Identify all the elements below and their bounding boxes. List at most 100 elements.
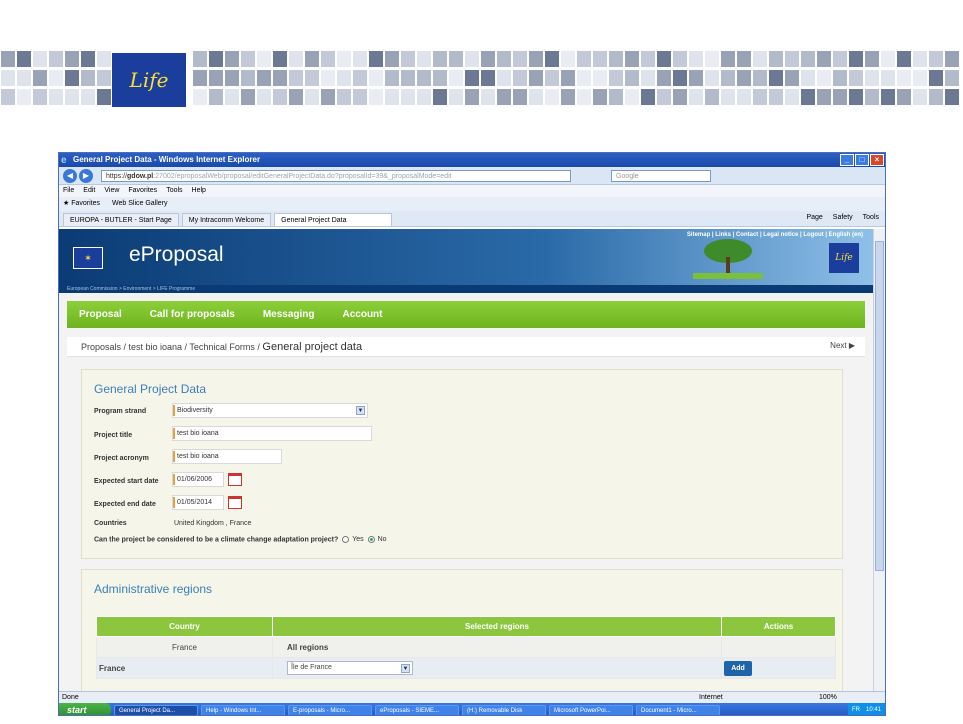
mosaic-tile bbox=[305, 89, 319, 105]
mosaic-tile bbox=[833, 89, 847, 105]
mosaic-tile bbox=[417, 51, 431, 67]
mosaic-tile bbox=[721, 70, 735, 86]
nav-messaging[interactable]: Messaging bbox=[263, 309, 315, 320]
mosaic-tile bbox=[865, 70, 879, 86]
mosaic-tile bbox=[193, 70, 207, 86]
taskbar-item[interactable]: eProposals - SIEME... bbox=[375, 704, 459, 715]
mosaic-tile bbox=[369, 70, 383, 86]
menu-help[interactable]: Help bbox=[192, 185, 206, 197]
mosaic-tile bbox=[689, 89, 703, 105]
calendar-icon[interactable] bbox=[228, 473, 242, 486]
mosaic-tile bbox=[913, 51, 927, 67]
language-indicator[interactable]: FR bbox=[852, 703, 860, 715]
tab-europa-butler[interactable]: EUROPA - BUTLER - Start Page bbox=[63, 213, 179, 226]
mosaic-tile bbox=[369, 89, 383, 105]
mosaic-tile bbox=[897, 89, 911, 105]
mosaic-tile bbox=[81, 51, 95, 67]
search-input[interactable]: Google bbox=[611, 169, 711, 182]
life-badge-icon: Life bbox=[829, 243, 859, 273]
column-header: Actions bbox=[721, 616, 836, 637]
nav-account[interactable]: Account bbox=[343, 309, 383, 320]
mosaic-tile bbox=[257, 70, 271, 86]
breadcrumb-current: General project data bbox=[262, 341, 363, 353]
zoom-level[interactable]: 100% bbox=[819, 692, 837, 703]
scrollbar-thumb[interactable] bbox=[875, 241, 884, 571]
program-strand-label: Program strand bbox=[94, 408, 147, 415]
region-select[interactable]: Île de France ▼ bbox=[287, 661, 413, 675]
mosaic-tile bbox=[785, 70, 799, 86]
mosaic-tile bbox=[257, 51, 271, 67]
end-date-input[interactable]: 01/05/2014 bbox=[172, 495, 224, 510]
mosaic-tile bbox=[241, 89, 255, 105]
mosaic-tile bbox=[929, 70, 943, 86]
mosaic-tile bbox=[17, 51, 31, 67]
minimize-button[interactable]: _ bbox=[840, 154, 854, 166]
mosaic-tile bbox=[721, 51, 735, 67]
mosaic-tile bbox=[849, 51, 863, 67]
mosaic-tile bbox=[337, 70, 351, 86]
menu-tools[interactable]: Tools bbox=[166, 185, 182, 197]
taskbar-item[interactable]: E-proposals - Micro... bbox=[288, 704, 372, 715]
menu-file[interactable]: File bbox=[63, 185, 74, 197]
section-heading: General Project Data bbox=[94, 382, 207, 396]
mosaic-tile bbox=[913, 89, 927, 105]
mosaic-tile bbox=[17, 89, 31, 105]
mosaic-tile bbox=[881, 51, 895, 67]
tools-menu[interactable]: Tools bbox=[863, 214, 879, 221]
mosaic-tile bbox=[513, 89, 527, 105]
mosaic-tile bbox=[577, 89, 591, 105]
add-button[interactable]: Add bbox=[724, 660, 752, 676]
breadcrumb-path[interactable]: Proposals / test bio ioana / Technical F… bbox=[81, 342, 262, 352]
project-acronym-input[interactable]: test bio ioana bbox=[172, 449, 282, 464]
mosaic-tile bbox=[1, 51, 15, 67]
taskbar-item[interactable]: (H:) Removable Disk bbox=[462, 704, 546, 715]
page-menu[interactable]: Page bbox=[806, 214, 822, 221]
program-strand-select[interactable]: Biodiversity ▼ bbox=[172, 403, 368, 418]
url-input[interactable]: https://gdow.pl:27002/eproposalWeb/propo… bbox=[101, 169, 571, 182]
vertical-scrollbar[interactable] bbox=[873, 229, 885, 704]
tab-general-project-data[interactable]: General Project Data bbox=[274, 213, 393, 226]
mosaic-tile bbox=[705, 70, 719, 86]
menu-favorites[interactable]: Favorites bbox=[128, 185, 157, 197]
mosaic-tile bbox=[689, 51, 703, 67]
safety-menu[interactable]: Safety bbox=[833, 214, 853, 221]
mosaic-tile bbox=[289, 89, 303, 105]
climate-no-radio[interactable] bbox=[367, 536, 375, 543]
mosaic-tile bbox=[529, 70, 543, 86]
start-date-input[interactable]: 01/06/2006 bbox=[172, 472, 224, 487]
nav-proposal[interactable]: Proposal bbox=[79, 309, 122, 320]
taskbar-item[interactable]: Document1 - Micro... bbox=[636, 704, 720, 715]
mosaic-tile bbox=[769, 70, 783, 86]
mosaic-tile bbox=[193, 51, 207, 67]
table-row: France All regions bbox=[96, 636, 836, 658]
back-button[interactable]: ◀ bbox=[63, 168, 77, 183]
start-button[interactable]: start bbox=[59, 703, 111, 715]
mosaic-tile bbox=[465, 51, 479, 67]
mosaic-tile bbox=[401, 70, 415, 86]
mosaic-tile bbox=[849, 89, 863, 105]
nav-call-for-proposals[interactable]: Call for proposals bbox=[150, 309, 235, 320]
mosaic-tile bbox=[673, 70, 687, 86]
menu-edit[interactable]: Edit bbox=[83, 185, 95, 197]
mosaic-tile bbox=[33, 70, 47, 86]
taskbar-item[interactable]: General Project Da... bbox=[114, 704, 198, 715]
menu-view[interactable]: View bbox=[104, 185, 119, 197]
favorites-button[interactable]: ★ Favorites bbox=[63, 197, 100, 211]
taskbar-item[interactable]: Help - Windows Int... bbox=[201, 704, 285, 715]
countries-value: United Kingdom , France bbox=[174, 520, 252, 527]
web-page: Sitemap | Links | Contact | Legal notice… bbox=[59, 229, 873, 704]
close-button[interactable]: × bbox=[870, 154, 884, 166]
web-slice-gallery[interactable]: Web Slice Gallery bbox=[112, 197, 168, 211]
calendar-icon[interactable] bbox=[228, 496, 242, 509]
maximize-button[interactable]: □ bbox=[855, 154, 869, 166]
climate-yes-radio[interactable] bbox=[342, 536, 350, 543]
project-title-input[interactable]: test bio ioana bbox=[172, 426, 372, 441]
taskbar-item[interactable]: Microsoft PowerPoi... bbox=[549, 704, 633, 715]
ie-icon: e bbox=[61, 155, 67, 166]
next-link[interactable]: Next ▶ bbox=[830, 341, 855, 350]
mosaic-tile bbox=[433, 70, 447, 86]
tab-intracomm[interactable]: My Intracomm Welcome bbox=[181, 213, 272, 226]
mosaic-tile bbox=[593, 70, 607, 86]
forward-button[interactable]: ▶ bbox=[79, 168, 93, 183]
breadcrumb: Proposals / test bio ioana / Technical F… bbox=[67, 337, 865, 357]
